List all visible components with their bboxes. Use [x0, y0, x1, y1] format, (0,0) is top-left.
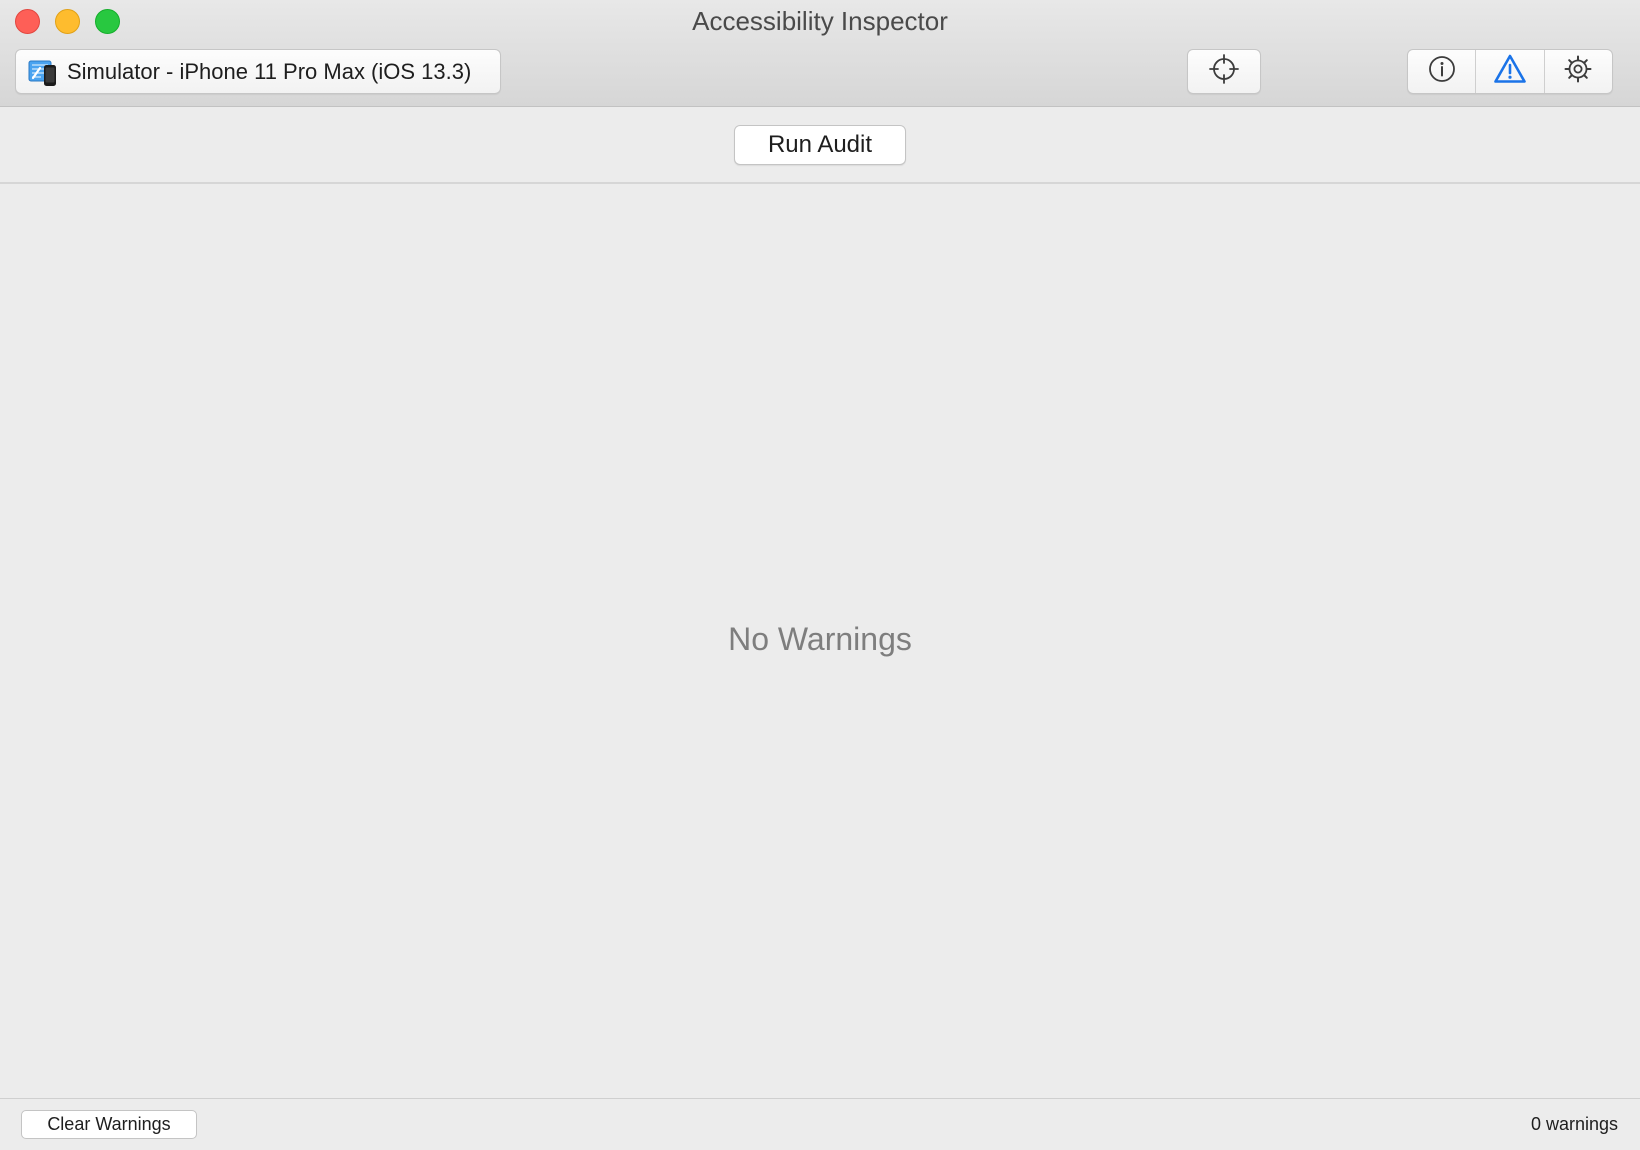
simulator-app-icon — [27, 56, 59, 88]
settings-tab[interactable] — [1545, 50, 1612, 93]
window-title: Accessibility Inspector — [692, 6, 948, 36]
warning-count-label: 0 warnings — [1530, 1114, 1618, 1134]
empty-state-message: No Warnings — [728, 621, 912, 657]
audit-tab[interactable] — [1476, 50, 1545, 93]
crosshair-icon — [1208, 53, 1240, 90]
target-selector-label: Simulator - iPhone 11 Pro Max (iOS 13.3) — [67, 58, 472, 84]
run-audit-button[interactable]: Run Audit — [734, 125, 906, 165]
inspection-tab[interactable] — [1408, 50, 1477, 93]
target-selector-button[interactable]: Simulator - iPhone 11 Pro Max (iOS 13.3) — [15, 49, 501, 94]
inspector-mode-segmented-control — [1407, 49, 1613, 94]
title-bar: Accessibility Inspector Simulator - iPho… — [0, 0, 1640, 107]
inspection-pointer-button[interactable] — [1187, 49, 1261, 94]
gear-icon — [1563, 54, 1593, 89]
audit-toolbar: Run Audit — [0, 107, 1640, 184]
clear-warnings-button[interactable]: Clear Warnings — [21, 1110, 197, 1139]
warning-triangle-icon — [1493, 53, 1527, 90]
info-icon — [1427, 54, 1457, 89]
footer-bar: Clear Warnings 0 warnings — [0, 1098, 1640, 1150]
